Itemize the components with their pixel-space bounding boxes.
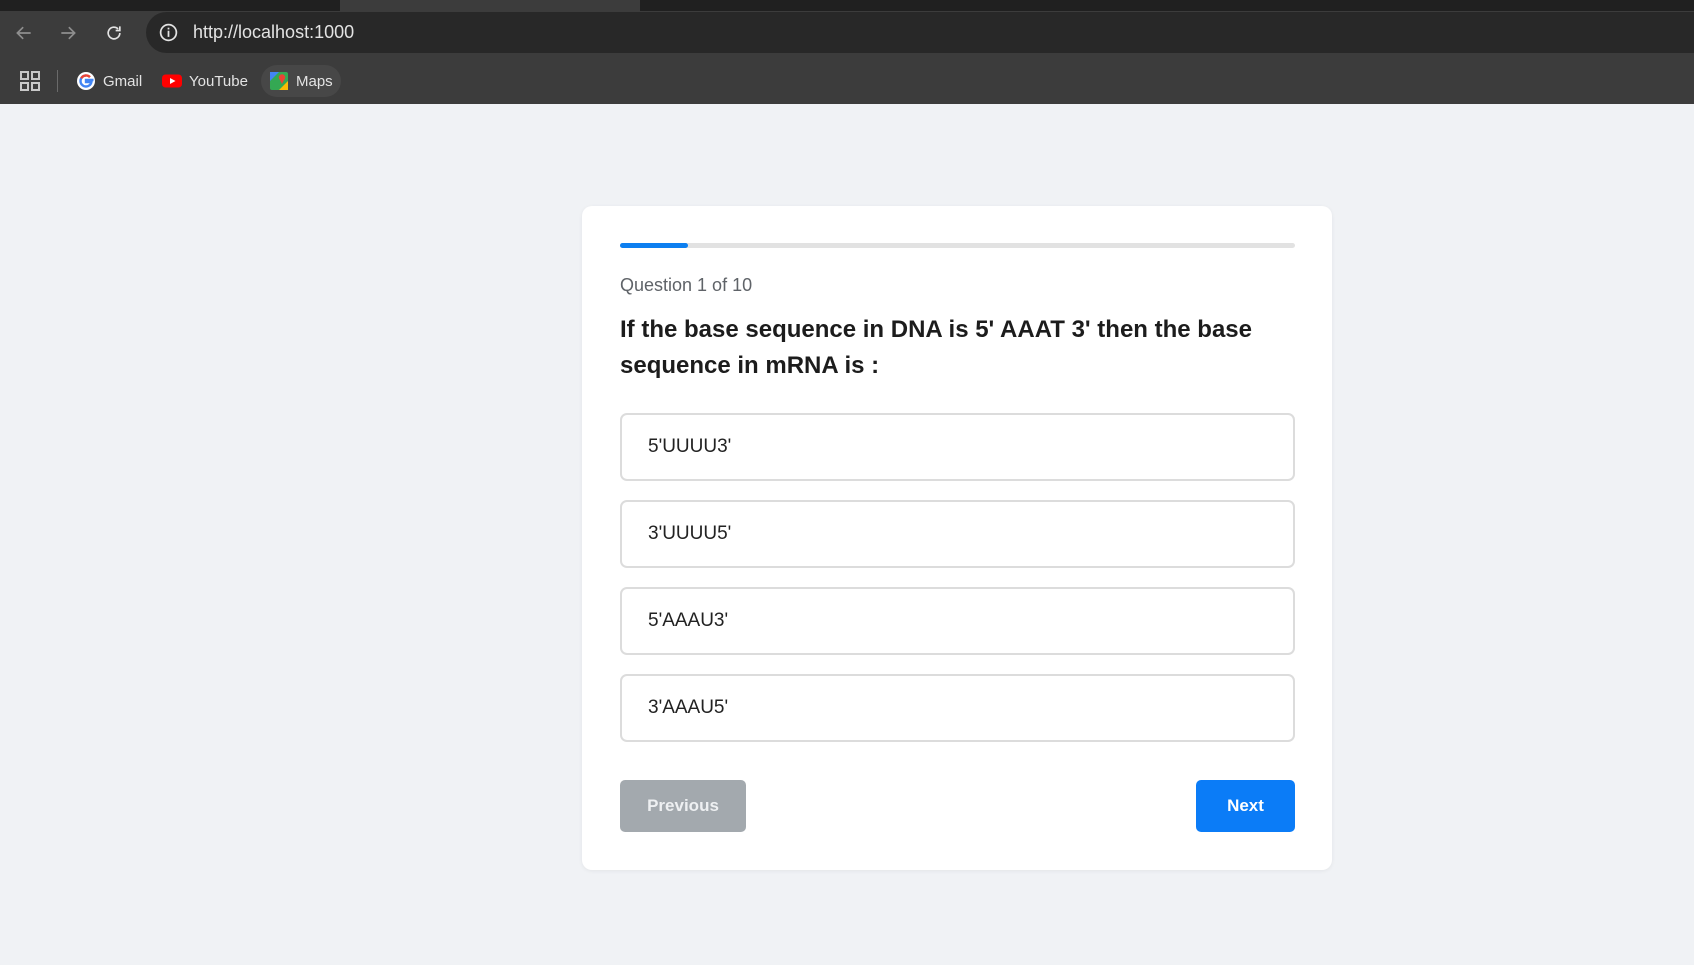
progress-fill xyxy=(620,243,688,248)
bookmark-youtube[interactable]: YouTube xyxy=(154,65,256,97)
browser-toolbar: http://localhost:1000 xyxy=(0,11,1694,54)
previous-button[interactable]: Previous xyxy=(620,780,746,832)
answer-option[interactable]: 5'UUUU3' xyxy=(620,413,1295,481)
site-info-icon[interactable] xyxy=(158,22,179,43)
bookmark-maps[interactable]: Maps xyxy=(261,65,341,97)
next-button[interactable]: Next xyxy=(1196,780,1295,832)
progress-bar xyxy=(620,243,1295,248)
bookmark-label: YouTube xyxy=(189,72,248,90)
answer-option-label: 5'AAAU3' xyxy=(648,610,729,631)
apps-grid-icon[interactable] xyxy=(18,69,42,93)
url-text: http://localhost:1000 xyxy=(193,22,355,42)
answer-option[interactable]: 3'UUUU5' xyxy=(620,500,1295,568)
address-bar[interactable]: http://localhost:1000 xyxy=(146,12,1694,53)
answer-option[interactable]: 3'AAAU5' xyxy=(620,674,1295,742)
bookmark-label: Maps xyxy=(296,72,333,90)
gmail-icon xyxy=(76,71,96,91)
bookmarks-bar: Gmail YouTube Maps xyxy=(0,60,1694,104)
bookmark-gmail[interactable]: Gmail xyxy=(68,65,150,97)
question-counter: Question 1 of 10 xyxy=(620,275,753,295)
answer-option-label: 5'UUUU3' xyxy=(648,436,732,457)
bookmark-label: Gmail xyxy=(103,72,143,90)
back-icon[interactable] xyxy=(8,17,40,49)
bookmarks-divider xyxy=(57,70,58,92)
tab-strip xyxy=(0,0,1694,11)
reload-icon[interactable] xyxy=(98,17,130,49)
quiz-card: Question 1 of 10 If the base sequence in… xyxy=(582,206,1332,870)
youtube-icon xyxy=(162,71,182,91)
answer-option[interactable]: 5'AAAU3' xyxy=(620,587,1295,655)
maps-icon xyxy=(269,71,289,91)
answer-option-label: 3'UUUU5' xyxy=(648,523,732,544)
answer-option-label: 3'AAAU5' xyxy=(648,697,729,718)
question-text: If the base sequence in DNA is 5' AAAT 3… xyxy=(620,316,1253,379)
forward-icon[interactable] xyxy=(52,17,84,49)
browser-chrome: http://localhost:1000 Gmail YouTube Maps xyxy=(0,0,1694,104)
